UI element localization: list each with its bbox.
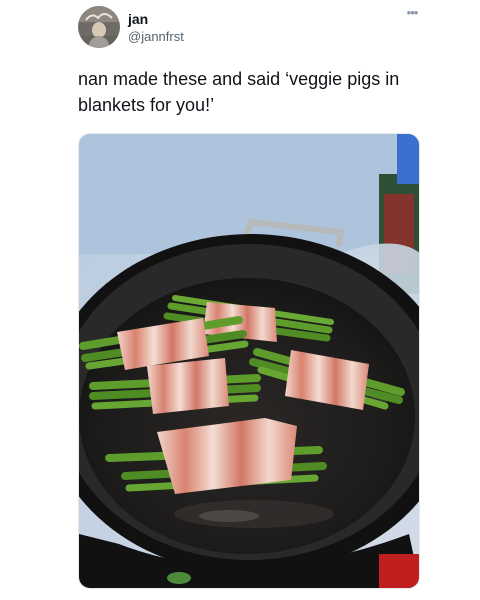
avatar[interactable]: [78, 6, 120, 48]
tweet-card: jan @jannfrst ••• nan made these and sai…: [0, 0, 480, 600]
bean-bundles-photo: [79, 134, 419, 588]
tweet-text: nan made these and said ‘veggie pigs in …: [78, 69, 400, 115]
user-handle[interactable]: @jannfrst: [128, 29, 184, 44]
display-name[interactable]: jan: [128, 11, 148, 27]
tweet-photo[interactable]: [78, 133, 420, 589]
more-options-icon[interactable]: •••: [402, 6, 422, 24]
avatar-image: [78, 6, 120, 48]
